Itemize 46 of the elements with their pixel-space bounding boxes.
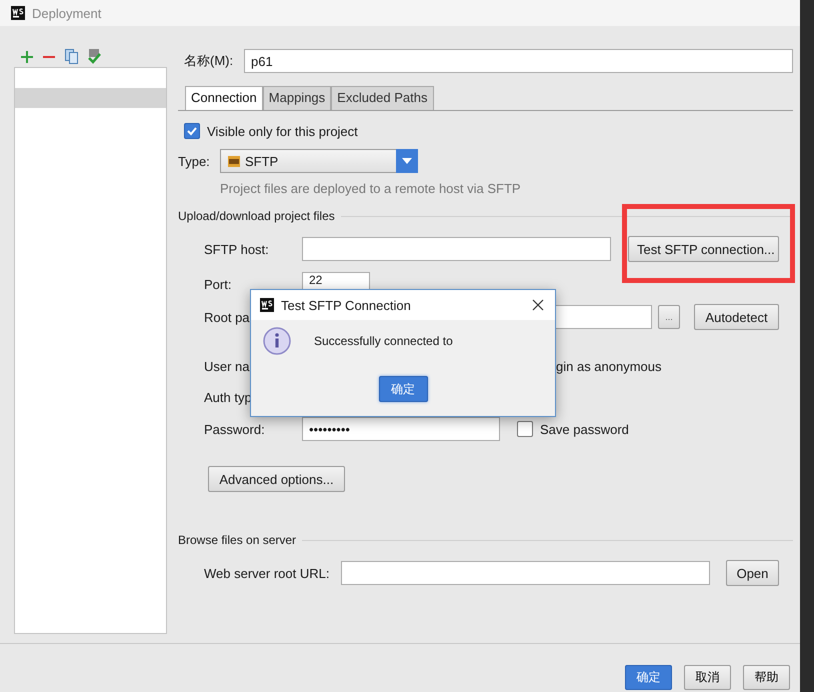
checkmark-icon [186, 125, 198, 137]
type-dropdown[interactable]: SFTP [220, 149, 418, 173]
open-button[interactable]: Open [726, 560, 779, 586]
checkbox-label: Save password [540, 422, 629, 436]
close-icon[interactable] [532, 299, 544, 311]
name-label: 名称(M): [184, 52, 234, 70]
user-name-label: User na [204, 358, 251, 374]
dialog-button[interactable]: 取消 [684, 665, 731, 690]
checkbox[interactable] [517, 421, 533, 437]
dropdown-arrow-icon[interactable] [402, 158, 412, 164]
port-label: Port: [204, 276, 232, 292]
checkbox-label: Visible only for this project [207, 124, 358, 138]
check-document-icon[interactable] [88, 49, 101, 64]
ok-button[interactable]: 确定 [378, 376, 428, 402]
sftp-icon [228, 156, 240, 166]
type-label: Type: [178, 154, 211, 168]
tab[interactable]: Mappings [262, 86, 332, 110]
url-label: Web server root URL: [204, 566, 330, 580]
copy-icon[interactable] [65, 49, 78, 64]
host-field[interactable] [302, 237, 611, 261]
host-label: SFTP host: [204, 242, 270, 256]
url-field[interactable] [341, 561, 710, 585]
tab[interactable]: Connection [185, 86, 263, 110]
advanced-options-button[interactable]: Advanced options... [208, 466, 345, 492]
section-title: Browse files on server [178, 533, 296, 547]
password-field[interactable]: ••••••••• [302, 417, 500, 441]
checkbox[interactable] [184, 123, 200, 139]
window-title: Deployment [32, 6, 102, 20]
add-icon[interactable] [21, 50, 33, 62]
anonymous-label: gin as anonymous [556, 358, 662, 374]
dialog-message: Successfully connected to [314, 334, 453, 348]
root-path-label: Root pa [204, 310, 251, 324]
app-logo-icon [260, 298, 274, 312]
name-field[interactable]: p61 [244, 49, 793, 73]
autodetect-button[interactable]: Autodetect [694, 304, 779, 330]
test-connection-button[interactable]: Test SFTP connection... [628, 236, 779, 262]
dialog-button[interactable]: 确定 [625, 665, 672, 690]
dialog-title: Test SFTP Connection [281, 298, 412, 312]
type-hint: Project files are deployed to a remote host via SFTP [220, 180, 521, 196]
app-logo-icon [11, 6, 25, 20]
browse-button[interactable]: ... [658, 305, 680, 329]
section-title: Upload/download project files [178, 209, 335, 223]
password-label: Password: [204, 422, 266, 436]
tab[interactable]: Excluded Paths [331, 86, 434, 110]
dialog-button[interactable]: 帮助 [743, 665, 790, 690]
info-icon [263, 327, 291, 355]
